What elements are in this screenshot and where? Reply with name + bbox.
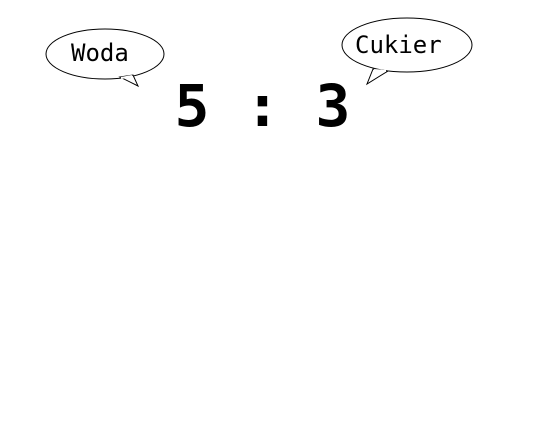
ratio-left-value: 5 <box>174 72 210 140</box>
bubble-label-sugar: Cukier <box>355 31 442 59</box>
bubble-label-water: Woda <box>71 39 129 67</box>
ratio-display: 5:3 <box>174 74 351 138</box>
ratio-separator: : <box>245 72 280 140</box>
ratio-right-value: 3 <box>315 72 351 140</box>
